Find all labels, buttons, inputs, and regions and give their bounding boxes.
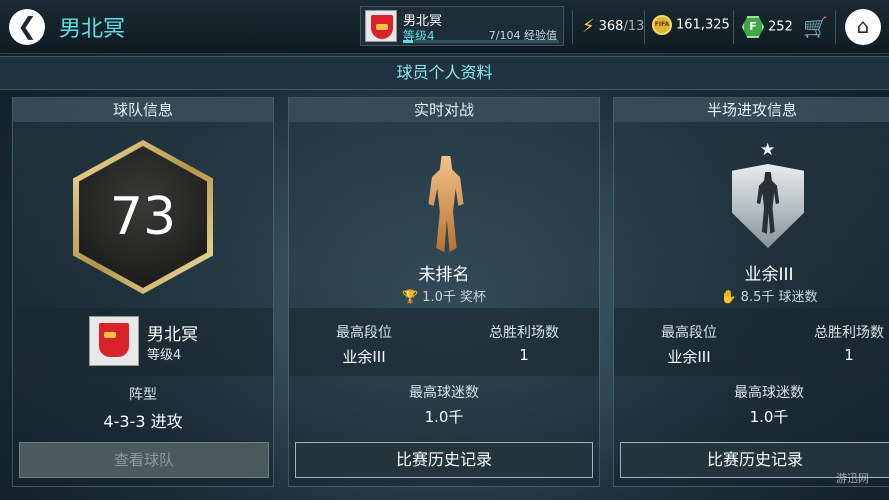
coins-stat[interactable]: FIFA 161,325 xyxy=(652,15,730,35)
attack-mode-card: 半场进攻信息 ★ 业余III ✋ 8.5千 球迷数 最高段位 业余III 总胜利场… xyxy=(613,97,889,487)
total-wins-value: 1 xyxy=(519,346,529,364)
max-fans: 最高球迷数 1.0千 xyxy=(614,382,889,427)
attack-stats: 最高段位 业余III 总胜利场数 1 xyxy=(614,308,889,376)
club-row: 男北冥 等级4 xyxy=(13,308,273,376)
rating-hexagon-icon: 73 xyxy=(73,140,213,294)
chevron-left-icon: ❮ xyxy=(16,12,38,40)
view-team-button[interactable]: 查看球队 xyxy=(19,442,269,478)
divider xyxy=(835,10,836,44)
divider xyxy=(644,10,645,44)
best-division-value: 业余III xyxy=(667,348,711,366)
live-rank: 未排名 xyxy=(418,265,470,285)
fans-label: 球迷数 xyxy=(778,290,818,305)
xp-progress-fill xyxy=(403,40,414,43)
coin-icon: FIFA xyxy=(652,15,672,35)
watermark: 游迅网 xyxy=(836,472,869,485)
fan-icon: ✋ xyxy=(720,290,737,305)
energy-stat[interactable]: ⚡ 368/13 xyxy=(582,16,644,37)
xp-progress-bar xyxy=(403,40,559,43)
attack-rank: 业余III xyxy=(744,265,794,285)
best-division-label: 最高段位 xyxy=(661,325,717,341)
card-title: 半场进攻信息 xyxy=(614,98,889,122)
total-wins: 总胜利场数 1 xyxy=(449,322,599,364)
star-icon: ★ xyxy=(760,140,776,160)
profile-summary[interactable]: 男北冥 等级4 7/104 经验值 xyxy=(360,6,564,46)
points-value: 252 xyxy=(768,19,793,35)
section-title: 球员个人资料 xyxy=(0,56,889,90)
max-fans: 最高球迷数 1.0千 xyxy=(289,382,599,427)
back-button[interactable]: ❮ xyxy=(9,9,45,45)
total-wins-value: 1 xyxy=(844,346,854,364)
best-division: 最高段位 业余III xyxy=(614,322,764,367)
match-history-button[interactable]: 比赛历史记录 xyxy=(295,442,593,478)
formation-value: 4-3-3 进攻 xyxy=(103,412,183,431)
divider xyxy=(572,10,573,44)
max-fans-value: 1.0千 xyxy=(424,408,464,426)
home-button[interactable]: ⌂ xyxy=(845,9,881,45)
home-icon: ⌂ xyxy=(856,14,870,38)
cart-icon[interactable]: 🛒 xyxy=(803,15,828,39)
fans-value: 8.5千 xyxy=(740,290,775,305)
bronze-player-icon xyxy=(428,156,464,252)
total-wins-label: 总胜利场数 xyxy=(814,325,884,341)
formation-label: 阵型 xyxy=(129,387,157,403)
total-wins: 总胜利场数 1 xyxy=(774,322,889,364)
card-title: 球队信息 xyxy=(13,98,273,122)
silver-shield-icon xyxy=(732,164,804,248)
lightning-icon: ⚡ xyxy=(582,16,595,37)
attack-fans: ✋ 8.5千 球迷数 xyxy=(614,286,889,305)
trophy-icon: 🏆 xyxy=(401,290,419,305)
page-title: 男北冥 xyxy=(59,17,126,42)
live-match-card: 实时对战 未排名 🏆 1.0千 奖杯 最高段位 业余III 总胜利场数 1 最高球… xyxy=(288,97,600,487)
best-division-label: 最高段位 xyxy=(336,325,392,341)
trophy-label: 奖杯 xyxy=(460,290,487,305)
formation-info: 阵型 4-3-3 进攻 xyxy=(13,378,273,436)
energy-max: /13 xyxy=(623,19,645,34)
club-name: 男北冥 xyxy=(147,325,198,345)
best-division: 最高段位 业余III xyxy=(289,322,439,367)
best-division-value: 业余III xyxy=(342,348,386,366)
top-bar: ❮ 男北冥 男北冥 等级4 7/104 经验值 ⚡ 368/13 FIFA 161,… xyxy=(0,0,889,54)
club-badge-icon xyxy=(365,10,397,42)
live-stats: 最高段位 业余III 总胜利场数 1 xyxy=(289,308,599,376)
trophy-value: 1.0千 xyxy=(422,290,456,305)
club-crest-icon xyxy=(89,316,139,366)
total-wins-label: 总胜利场数 xyxy=(489,325,559,341)
team-rating: 73 xyxy=(79,146,207,288)
coins-value: 161,325 xyxy=(676,17,730,33)
divider xyxy=(733,10,734,44)
club-level: 等级4 xyxy=(147,348,182,363)
energy-value: 368 xyxy=(598,19,624,34)
fifa-points-icon: F xyxy=(742,16,764,38)
max-fans-value: 1.0千 xyxy=(749,408,789,426)
card-title: 实时对战 xyxy=(289,98,599,122)
live-trophies: 🏆 1.0千 奖杯 xyxy=(289,286,599,305)
max-fans-label: 最高球迷数 xyxy=(734,385,804,401)
team-info-card: 球队信息 73 男北冥 等级4 阵型 4-3-3 进攻 查看球队 xyxy=(12,97,274,487)
max-fans-label: 最高球迷数 xyxy=(409,385,479,401)
points-stat[interactable]: F 252 🛒 xyxy=(742,15,832,39)
player-silhouette-icon xyxy=(756,172,780,234)
